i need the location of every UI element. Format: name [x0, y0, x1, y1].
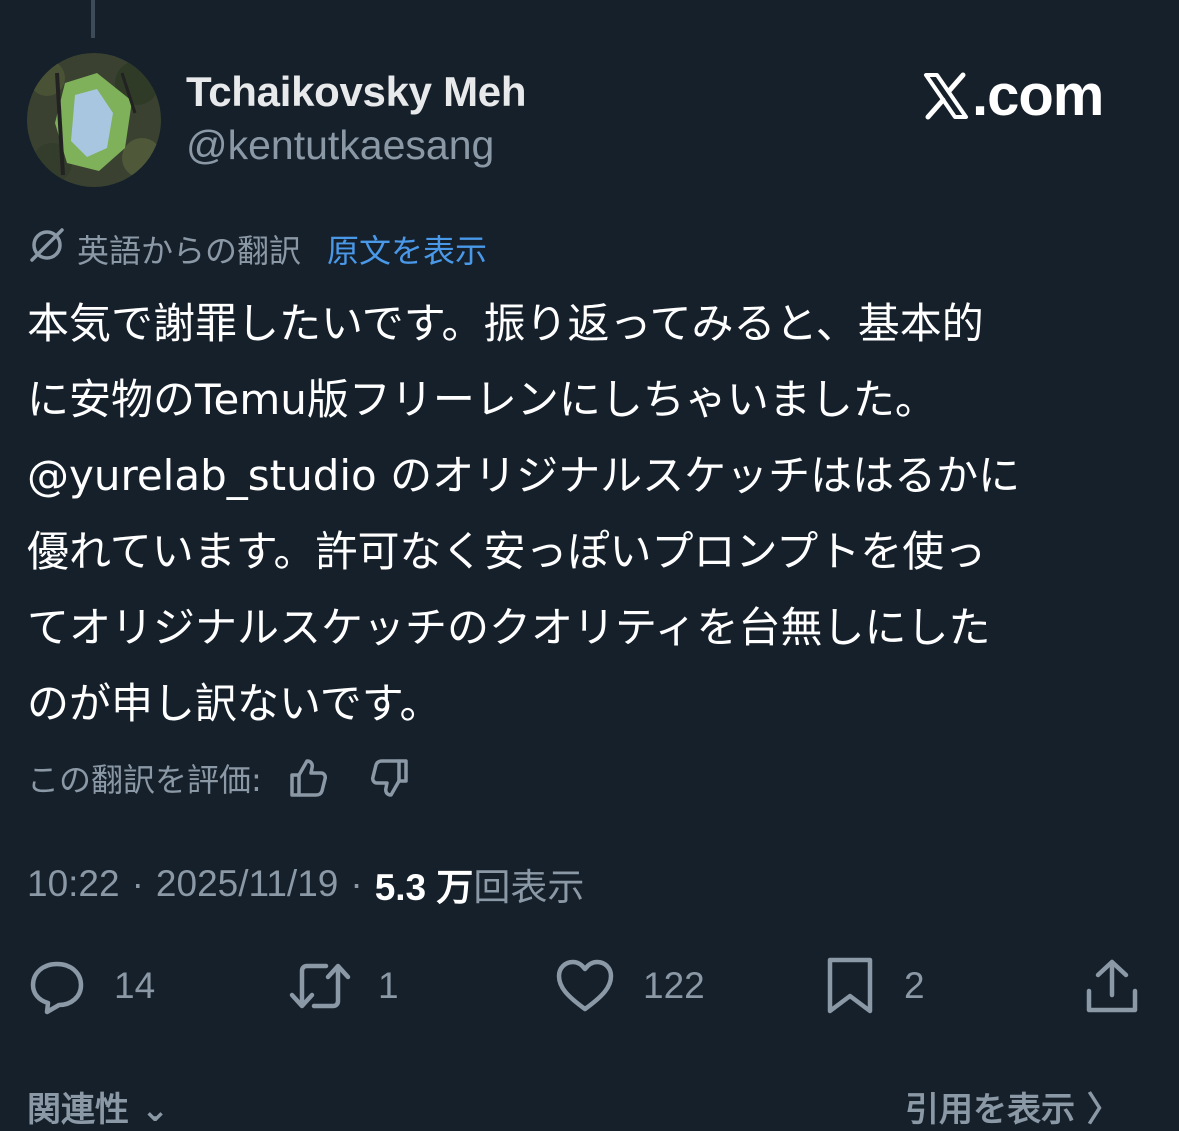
action-bar: 14 1 122 2	[0, 950, 1179, 1022]
repost-count: 1	[378, 965, 399, 1006]
bookmark-icon	[827, 957, 873, 1014]
sort-by-relevance[interactable]: 関連性 ⌄	[27, 1082, 169, 1131]
share-button[interactable]	[1084, 950, 1140, 1022]
avatar-image	[27, 53, 161, 187]
rate-translation-label: この翻訳を評価:	[27, 761, 262, 799]
repost-button[interactable]: 1	[288, 950, 399, 1022]
views-count: 5.3 万	[374, 867, 474, 908]
tweet-text: 本気で謝罪したいです。振り返ってみると、基本的 に安物のTemu版フリーレンにし…	[27, 286, 1157, 742]
x-com-brand: .com	[922, 62, 1104, 129]
tweet-text-line: のが申し訳ないです。	[27, 679, 442, 728]
rate-translation-row: この翻訳を評価:	[27, 751, 412, 805]
thumbs-up-icon	[290, 759, 327, 797]
like-count: 122	[643, 965, 705, 1006]
meta-separator: ·	[131, 863, 144, 904]
thumbs-down-icon	[370, 759, 408, 797]
thumbs-up-button[interactable]	[286, 756, 330, 800]
tweet-text-line: 本気で謝罪したいです。振り返ってみると、基本的	[27, 299, 984, 348]
share-icon	[1086, 959, 1138, 1013]
thread-connector-line	[91, 0, 95, 38]
thumbs-down-button[interactable]	[368, 756, 412, 800]
tweet-time[interactable]: 10:22	[27, 863, 120, 905]
translation-notice: 英語からの翻訳 原文を表示	[27, 226, 487, 272]
bookmark-count: 2	[904, 965, 925, 1006]
x-com-label: .com	[972, 63, 1104, 128]
translated-from-label: 英語からの翻訳	[77, 232, 302, 270]
tweet-text-line: @yurelab_studio のオリジナルスケッチははるかに	[27, 451, 1021, 500]
avatar[interactable]	[27, 53, 161, 187]
repost-icon	[289, 963, 351, 1009]
heart-icon	[556, 959, 614, 1012]
view-quotes-link[interactable]: 引用を表示 〉	[905, 1082, 1121, 1131]
reply-button[interactable]: 14	[28, 950, 155, 1022]
tweet-meta: 10:22 · 2025/11/19 · 5.3 万 回表示	[27, 857, 584, 911]
like-button[interactable]: 122	[555, 950, 705, 1022]
reply-icon	[30, 961, 84, 1015]
tweet-text-line: に安物のTemu版フリーレンにしちゃいました。	[27, 375, 937, 424]
reply-count: 14	[114, 965, 156, 1006]
show-original-link[interactable]: 原文を表示	[327, 226, 487, 272]
x-logo-icon	[924, 72, 968, 119]
bookmark-button[interactable]: 2	[826, 950, 925, 1022]
author-name[interactable]: Tchaikovsky Meh	[186, 68, 527, 116]
translate-icon	[27, 225, 67, 273]
author-handle[interactable]: @kentutkaesang	[186, 122, 494, 169]
tweet-text-line: 優れています。許可なく安っぽいプロンプトを使っ	[27, 527, 987, 576]
meta-separator: ·	[350, 863, 363, 904]
tweet-date[interactable]: 2025/11/19	[156, 863, 338, 905]
tweet-text-line: てオリジナルスケッチのクオリティを台無しにした	[27, 603, 991, 652]
views-label: 回表示	[473, 867, 585, 908]
